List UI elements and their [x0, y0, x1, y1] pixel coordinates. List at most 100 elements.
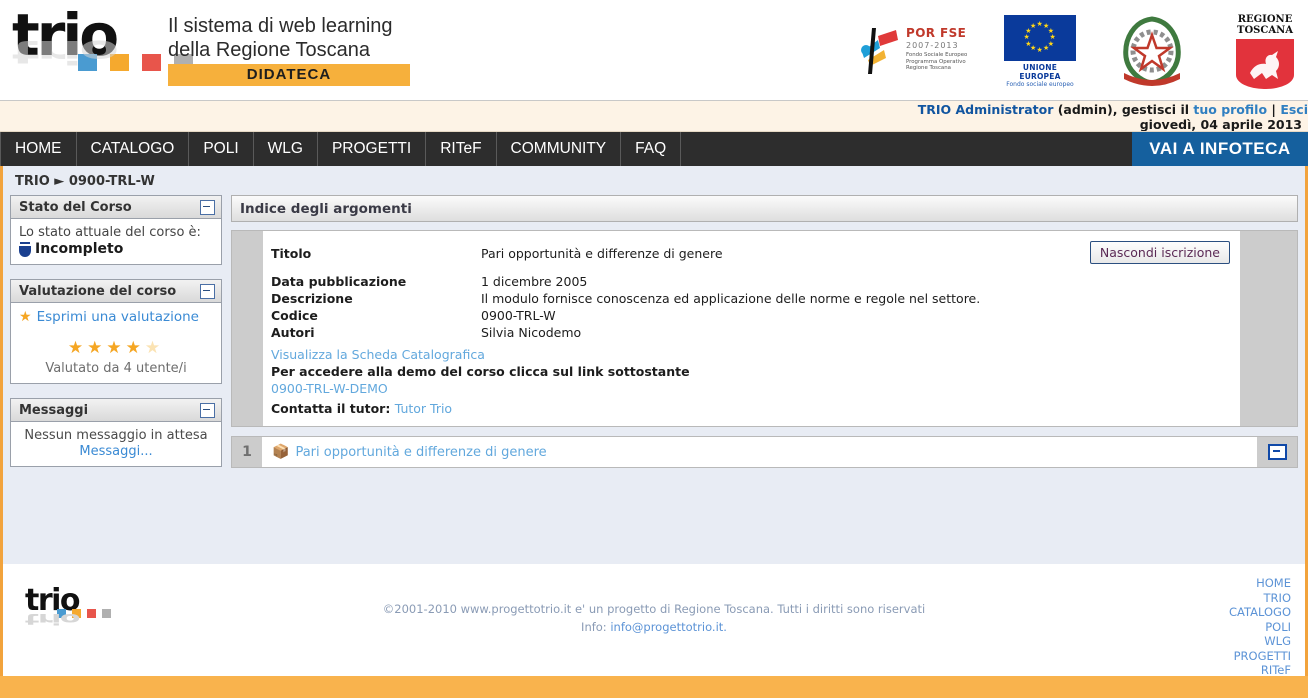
- por-fse-subtitle: Fondo Sociale Europeo Programma Operativ…: [906, 52, 968, 72]
- content-columns: Stato del Corso Lo stato attuale del cor…: [3, 195, 1305, 481]
- topic-link[interactable]: Pari opportunità e differenze di genere: [295, 445, 546, 460]
- scheda-catalografica-link[interactable]: Visualizza la Scheda Catalografica: [271, 347, 485, 362]
- nav-item-wlg[interactable]: WLG: [254, 132, 318, 166]
- stato-value-row: Incompleto: [19, 241, 213, 257]
- user-status-bar: TRIO Administrator (admin), gestisci il …: [0, 101, 1308, 132]
- rating-star-4[interactable]: ★: [126, 338, 145, 358]
- nav-item-community[interactable]: COMMUNITY: [497, 132, 622, 166]
- footer-link-wlg[interactable]: WLG: [1229, 634, 1291, 649]
- rating-star-3[interactable]: ★: [106, 338, 125, 358]
- didateca-badge: DIDATECA: [168, 64, 410, 86]
- rating-star-2[interactable]: ★: [87, 338, 106, 358]
- meta-value-codice: 0900-TRL-W: [481, 308, 556, 323]
- collapse-stato-icon[interactable]: [200, 199, 215, 215]
- panel-messaggi-header: Messaggi: [11, 399, 221, 422]
- user-status-text: TRIO Administrator (admin), gestisci il …: [888, 103, 1308, 132]
- rating-star-5[interactable]: ★: [145, 338, 164, 358]
- profile-link[interactable]: tuo profilo: [1193, 102, 1267, 117]
- republic-emblem-icon: [1123, 16, 1181, 86]
- meta-key-codice: Codice: [271, 308, 318, 323]
- goto-infoteca-button[interactable]: VAI A INFOTECA: [1132, 132, 1308, 166]
- collapse-valutazione-icon[interactable]: [200, 283, 215, 299]
- rate-course-row[interactable]: ★ Esprimi una valutazione: [19, 309, 213, 325]
- page-content: TRIO ► 0900-TRL-W Stato del Corso Lo sta…: [0, 166, 1308, 564]
- nav-item-poli[interactable]: POLI: [189, 132, 254, 166]
- tutor-link[interactable]: Tutor Trio: [395, 401, 452, 416]
- panel-valutazione-header: Valutazione del corso: [11, 280, 221, 303]
- eu-star-icon: ★: [1025, 39, 1032, 48]
- footer-link-progetti[interactable]: PROGETTI: [1229, 649, 1291, 664]
- rating-star-1[interactable]: ★: [68, 338, 87, 358]
- topic-label-group: 📦 Pari opportunità e differenze di gener…: [272, 444, 1257, 460]
- panel-stato-header: Stato del Corso: [11, 196, 221, 219]
- main-panel-title: Indice degli argomenti: [231, 195, 1298, 222]
- por-fse-text: POR FSE 2007-2013 Fondo Sociale Europeo …: [906, 26, 967, 72]
- site-footer: trio trio ©2001-2010 www.progettotrio.it…: [0, 564, 1308, 678]
- meta-value-data: 1 dicembre 2005: [481, 274, 588, 289]
- package-icon: 📦: [272, 444, 290, 460]
- footer-link-home[interactable]: HOME: [1229, 576, 1291, 591]
- topic-number: 1: [232, 437, 262, 467]
- meta-value-descrizione: Il modulo fornisce conoscenza ed applica…: [481, 291, 981, 306]
- panel-valutazione-title: Valutazione del corso: [19, 283, 177, 299]
- rt-line-1: REGIONE: [1237, 13, 1293, 25]
- footer-link-catalogo[interactable]: CATALOGO: [1229, 605, 1291, 620]
- demo-row: 0900-TRL-W-DEMO: [271, 381, 1240, 396]
- eu-star-icon: ★: [1036, 46, 1043, 54]
- table-row: Titolo Pari opportunità e differenze di …: [271, 245, 980, 273]
- por-fse-mark-icon: [861, 28, 898, 74]
- main-navigation: HOME CATALOGO POLI WLG PROGETTI RITeF CO…: [0, 132, 1308, 166]
- tagline-line-1: Il sistema di web learning: [168, 15, 393, 37]
- footer-info-label: Info:: [581, 620, 611, 634]
- current-date: giovedì, 04 aprile 2013: [1139, 117, 1302, 132]
- meta-key-data: Data pubblicazione: [271, 274, 407, 289]
- user-name: TRIO Administrator: [917, 102, 1054, 117]
- detail-left-gutter: [232, 231, 263, 426]
- meta-key-autori: Autori: [271, 325, 315, 340]
- panel-stato-body: Lo stato attuale del corso è: Incompleto: [11, 219, 221, 264]
- rating-stars[interactable]: ★★★★★: [19, 338, 213, 358]
- breadcrumb: TRIO ► 0900-TRL-W: [15, 174, 155, 189]
- panel-messaggi-title: Messaggi: [19, 402, 89, 418]
- site-header: trio trio Il sistema di web learning del…: [0, 0, 1308, 101]
- demo-note: Per accedere alla demo del corso clicca …: [271, 364, 690, 379]
- trio-logo[interactable]: trio trio: [8, 6, 193, 98]
- bottom-accent-bar: [0, 676, 1308, 698]
- footer-link-trio[interactable]: TRIO: [1229, 591, 1291, 606]
- eu-caption: UNIONE EUROPEA: [1019, 62, 1061, 81]
- footer-copyright-block: ©2001-2010 www.progettotrio.it e' un pro…: [3, 600, 1305, 636]
- footer-email-link[interactable]: info@progettotrio.it.: [610, 620, 727, 634]
- nav-item-ritef[interactable]: RITeF: [426, 132, 497, 166]
- nav-item-home[interactable]: HOME: [0, 132, 77, 166]
- panel-messaggi-body: Nessun messaggio in attesa Messaggi...: [11, 422, 221, 466]
- institutional-logos: POR FSE 2007-2013 Fondo Sociale Europeo …: [858, 8, 1302, 94]
- meta-key-descrizione: Descrizione: [271, 291, 353, 306]
- footer-copyright: ©2001-2010 www.progettotrio.it e' un pro…: [382, 602, 926, 616]
- por-fse-logo: POR FSE 2007-2013 Fondo Sociale Europeo …: [858, 20, 970, 82]
- stato-description: Lo stato attuale del corso è:: [19, 225, 201, 240]
- tutor-label: Contatta il tutor:: [271, 401, 391, 416]
- footer-link-poli[interactable]: POLI: [1229, 620, 1291, 635]
- nav-item-progetti[interactable]: PROGETTI: [318, 132, 427, 166]
- nav-item-catalogo[interactable]: CATALOGO: [77, 132, 190, 166]
- rate-course-link[interactable]: Esprimi una valutazione: [37, 309, 199, 325]
- pegasus-icon: [1250, 50, 1279, 79]
- collapse-topic-icon[interactable]: [1267, 444, 1287, 460]
- site-tagline: Il sistema di web learning della Regione…: [168, 14, 393, 62]
- collapse-messaggi-icon[interactable]: [200, 402, 215, 418]
- eu-star-icon: ★: [1030, 21, 1037, 30]
- eu-star-icon: ★: [1023, 33, 1030, 41]
- rt-line-2: TOSCANA: [1237, 24, 1293, 36]
- por-fse-years: 2007-2013: [906, 41, 959, 50]
- meta-value-titolo: Pari opportunità e differenze di genere: [481, 246, 723, 261]
- eu-star-icon: ★: [1036, 20, 1043, 28]
- demo-course-link[interactable]: 0900-TRL-W-DEMO: [271, 381, 388, 396]
- logout-link[interactable]: Esci: [1280, 102, 1308, 117]
- rating-count-label: Valutato da 4 utente/i: [45, 361, 187, 376]
- hide-enrollment-button[interactable]: Nascondi iscrizione: [1089, 241, 1230, 264]
- nav-item-faq[interactable]: FAQ: [621, 132, 682, 166]
- messaggi-link[interactable]: Messaggi...: [79, 444, 152, 459]
- footer-link-ritef[interactable]: RITeF: [1229, 663, 1291, 678]
- table-row: Autori Silvia Nicodemo: [271, 324, 980, 341]
- topic-row: 1 📦 Pari opportunità e differenze di gen…: [231, 436, 1298, 468]
